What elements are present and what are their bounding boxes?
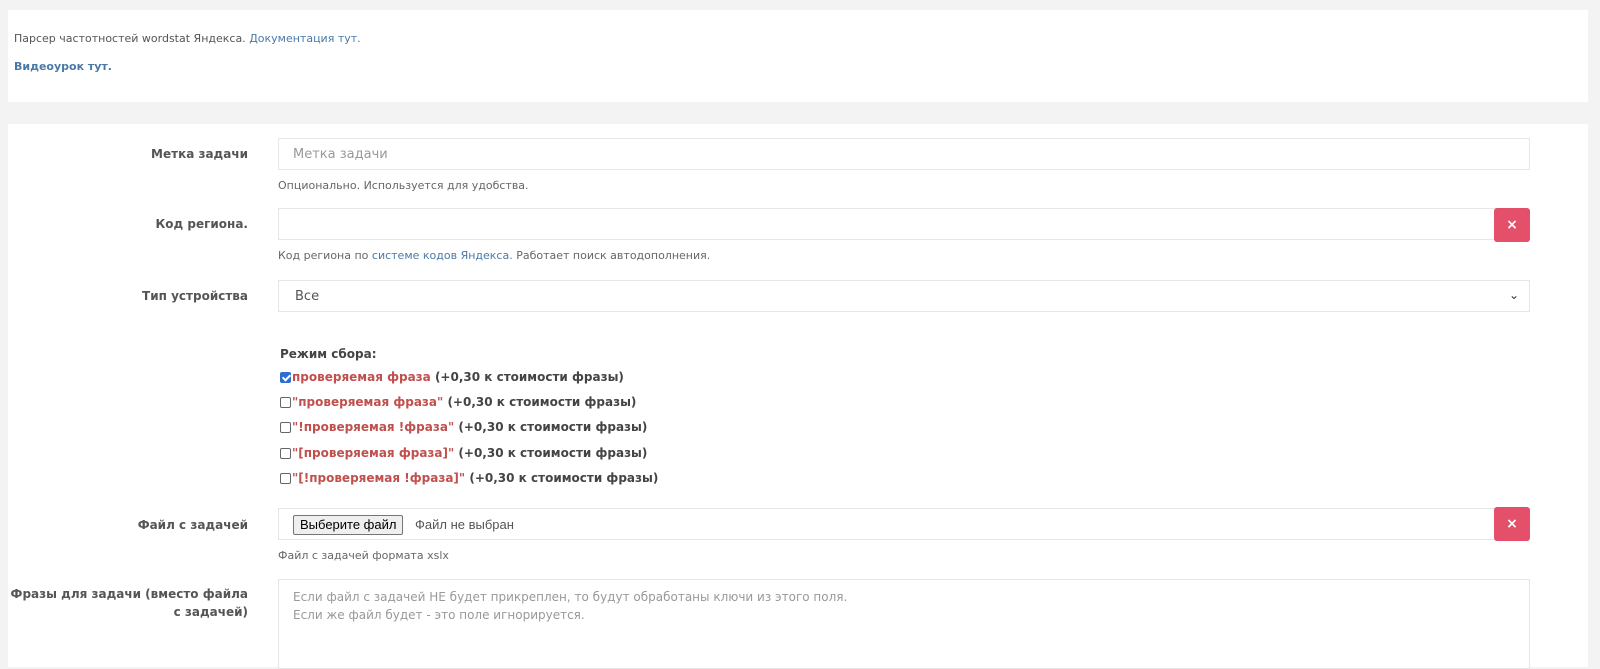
top-strip [0, 0, 1600, 8]
close-icon: × [1506, 516, 1518, 532]
close-icon: × [1506, 217, 1518, 233]
phrases-textarea[interactable]: Если файл с задачей НЕ будет прикреплен,… [278, 579, 1530, 669]
mode-option-4-phrase: "[проверяемая фраза]" [292, 446, 455, 460]
file-clear-button[interactable]: × [1494, 507, 1530, 541]
mode-option-5-cost: (+0,30 к стоимости фразы) [469, 471, 659, 485]
task-label-input[interactable]: Метка задачи [278, 138, 1530, 170]
task-label-label: Метка задачи [151, 147, 248, 161]
mode-option-1-checkbox[interactable] [280, 371, 291, 383]
mode-option-1-cost: (+0,30 к стоимости фразы) [434, 370, 624, 384]
region-code-input[interactable] [278, 208, 1496, 240]
task-label-placeholder: Метка задачи [293, 147, 388, 162]
chevron-down-icon: ⌄ [1508, 288, 1519, 302]
task-file-input[interactable]: Выберите файл Файл не выбран [278, 508, 1496, 540]
task-label-help: Опционально. Используется для удобства. [278, 179, 529, 192]
mode-option-2[interactable]: "проверяемая фраза" (+0,30 к стоимости ф… [280, 395, 636, 409]
region-codes-link[interactable]: системе кодов Яндекса. [372, 249, 513, 262]
choose-file-button[interactable]: Выберите файл [293, 515, 404, 535]
info-panel: Парсер частотностей wordstat Яндекса. До… [8, 10, 1588, 102]
mode-option-1-phrase: проверяемая фраза [292, 370, 431, 384]
mode-option-4-checkbox[interactable] [280, 447, 291, 459]
video-tutorial-link[interactable]: Видеоурок тут. [14, 60, 112, 73]
region-clear-button[interactable]: × [1494, 208, 1530, 242]
mode-option-2-phrase: "проверяемая фраза" [292, 395, 444, 409]
phrases-placeholder-line2: Если же файл будет - это поле игнорирует… [293, 608, 585, 622]
phrases-label-line1: Фразы для задачи (вместо файла [10, 587, 248, 601]
collection-mode-title: Режим сбора: [280, 347, 377, 361]
device-type-label: Тип устройства [142, 289, 248, 303]
task-form: Метка задачи Метка задачи Опционально. И… [8, 124, 1588, 669]
mode-option-5[interactable]: "[!проверяемая !фраза]" (+0,30 к стоимос… [280, 471, 658, 485]
mode-option-3-checkbox[interactable] [280, 421, 291, 433]
region-help-prefix: Код региона по [278, 249, 369, 262]
mode-option-1[interactable]: проверяемая фраза (+0,30 к стоимости фра… [280, 370, 624, 384]
mode-option-3-phrase: "!проверяемая !фраза" [292, 420, 455, 434]
info-text: Парсер частотностей wordstat Яндекса. До… [14, 32, 361, 45]
task-file-label: Файл с задачей [137, 518, 248, 532]
mode-option-2-checkbox[interactable] [280, 396, 291, 408]
device-type-select[interactable]: Все ⌄ [278, 280, 1530, 312]
mode-option-2-cost: (+0,30 к стоимости фразы) [447, 395, 637, 409]
mode-option-3-cost: (+0,30 к стоимости фразы) [458, 420, 648, 434]
mode-option-4-cost: (+0,30 к стоимости фразы) [458, 446, 648, 460]
region-help-suffix: Работает поиск автодополнения. [516, 249, 711, 262]
documentation-link[interactable]: Документация тут. [249, 32, 360, 45]
file-status-text: Файл не выбран [415, 517, 514, 532]
mode-option-4[interactable]: "[проверяемая фраза]" (+0,30 к стоимости… [280, 446, 647, 460]
mode-option-5-phrase: "[!проверяемая !фраза]" [292, 471, 466, 485]
device-type-value: Все [295, 289, 320, 304]
phrases-label: Фразы для задачи (вместо файла с задачей… [8, 585, 248, 621]
region-code-label: Код региона. [155, 217, 248, 231]
task-file-help: Файл с задачей формата xslx [278, 549, 449, 562]
region-code-help: Код региона по системе кодов Яндекса. Ра… [278, 249, 710, 262]
phrases-label-line2: с задачей) [173, 605, 248, 619]
info-description: Парсер частотностей wordstat Яндекса. [14, 32, 246, 45]
mode-option-5-checkbox[interactable] [280, 472, 291, 484]
phrases-placeholder-line1: Если файл с задачей НЕ будет прикреплен,… [293, 590, 848, 604]
mode-option-3[interactable]: "!проверяемая !фраза" (+0,30 к стоимости… [280, 420, 647, 434]
